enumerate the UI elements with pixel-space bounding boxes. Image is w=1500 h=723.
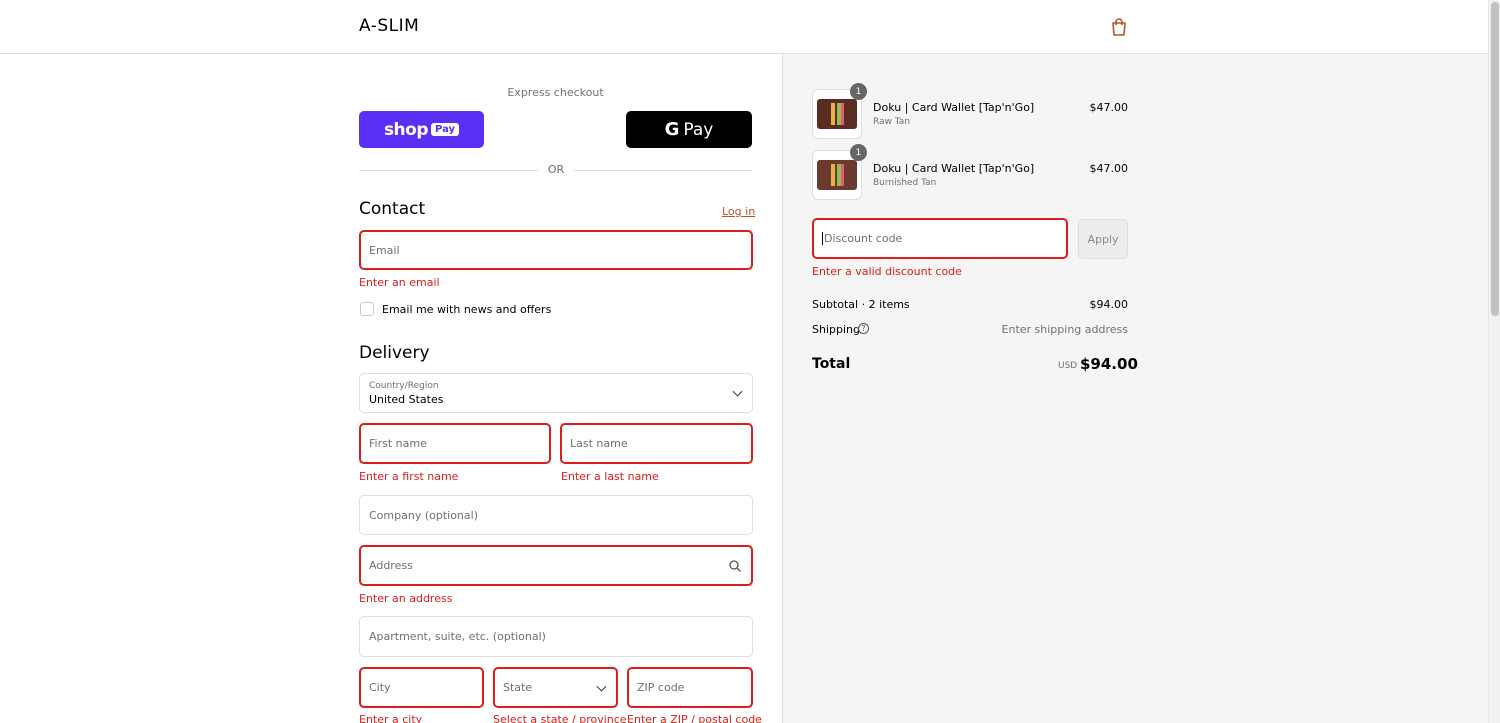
shop-pay-pay-badge: Pay (431, 123, 460, 136)
address-field[interactable]: Address (359, 545, 753, 586)
item-variant: Raw Tan (873, 117, 911, 127)
country-label: Country/Region (369, 380, 439, 391)
or-label: OR (538, 163, 574, 176)
email-error: Enter an email (359, 276, 440, 289)
order-summary-panel (782, 54, 1488, 723)
discount-error: Enter a valid discount code (812, 265, 962, 278)
country-value: United States (369, 392, 444, 406)
newsletter-label: Email me with news and offers (382, 303, 552, 316)
last-name-error: Enter a last name (561, 470, 659, 483)
google-pay-button[interactable]: G Pay (626, 111, 752, 148)
apartment-field[interactable]: Apartment, suite, etc. (optional) (359, 616, 753, 657)
zip-placeholder: ZIP code (637, 681, 685, 694)
email-field[interactable]: Email (359, 230, 753, 270)
item-variant: Burnished Tan (873, 178, 937, 188)
zip-error: Enter a ZIP / postal code (627, 713, 762, 723)
help-icon[interactable]: ? (858, 323, 869, 334)
contact-title: Contact (359, 199, 426, 219)
company-placeholder: Company (optional) (369, 508, 478, 522)
country-select[interactable]: Country/Region United States (359, 373, 753, 413)
first-name-error: Enter a first name (359, 470, 459, 483)
newsletter-checkbox[interactable] (360, 302, 374, 316)
text-caret (822, 232, 823, 245)
total-label: Total (812, 356, 851, 372)
shipping-value: Enter shipping address (1001, 323, 1128, 336)
page-scrollbar[interactable] (1488, 0, 1500, 723)
chevron-down-icon (732, 386, 743, 397)
total-value: $94.00 (1080, 355, 1138, 373)
wallet-image (817, 99, 857, 129)
total-currency: USD (1058, 361, 1078, 371)
state-placeholder: State (503, 681, 533, 694)
address-placeholder: Address (369, 559, 413, 572)
apartment-placeholder: Apartment, suite, etc. (optional) (369, 630, 546, 643)
header: A-SLIM (0, 0, 1488, 54)
discount-placeholder: Discount code (824, 232, 903, 245)
subtotal-value: $94.00 (1089, 298, 1129, 311)
city-error: Enter a city (359, 713, 423, 723)
discount-code-field[interactable]: Discount code (812, 218, 1068, 259)
last-name-field[interactable]: Last name (560, 423, 753, 464)
quantity-badge: 1 (850, 144, 867, 161)
last-name-placeholder: Last name (570, 437, 628, 450)
quantity-badge: 1 (850, 83, 867, 100)
shop-pay-logo: shop (383, 119, 429, 140)
zip-field[interactable]: ZIP code (627, 667, 753, 708)
shipping-label: Shipping (812, 323, 860, 336)
brand-logo[interactable]: A-SLIM (359, 16, 419, 36)
city-field[interactable]: City (359, 667, 484, 708)
shopping-bag-icon[interactable] (1110, 17, 1128, 37)
city-placeholder: City (369, 681, 391, 694)
item-name: Doku | Card Wallet [Tap'n'Go] (873, 162, 1035, 175)
state-error: Select a state / province (493, 713, 627, 723)
subtotal-label: Subtotal · 2 items (812, 298, 910, 311)
address-error: Enter an address (359, 592, 453, 605)
first-name-field[interactable]: First name (359, 423, 551, 464)
search-icon (729, 560, 741, 572)
google-g-icon: G (664, 119, 680, 140)
wallet-image (817, 160, 857, 190)
state-select[interactable]: State (493, 667, 618, 708)
google-pay-label: Pay (683, 119, 714, 140)
first-name-placeholder: First name (369, 437, 427, 450)
scrollbar-thumb[interactable] (1491, 2, 1499, 316)
item-price: $47.00 (1089, 101, 1129, 114)
login-link[interactable]: Log in (722, 205, 755, 218)
apply-discount-button[interactable]: Apply (1078, 219, 1128, 259)
email-placeholder: Email (369, 243, 400, 257)
express-checkout-label: Express checkout (507, 86, 604, 99)
company-field[interactable]: Company (optional) (359, 495, 753, 535)
shop-pay-button[interactable]: shop Pay (359, 111, 484, 148)
chevron-down-icon (596, 681, 607, 692)
item-price: $47.00 (1089, 162, 1129, 175)
delivery-title: Delivery (359, 343, 430, 363)
item-name: Doku | Card Wallet [Tap'n'Go] (873, 101, 1035, 114)
